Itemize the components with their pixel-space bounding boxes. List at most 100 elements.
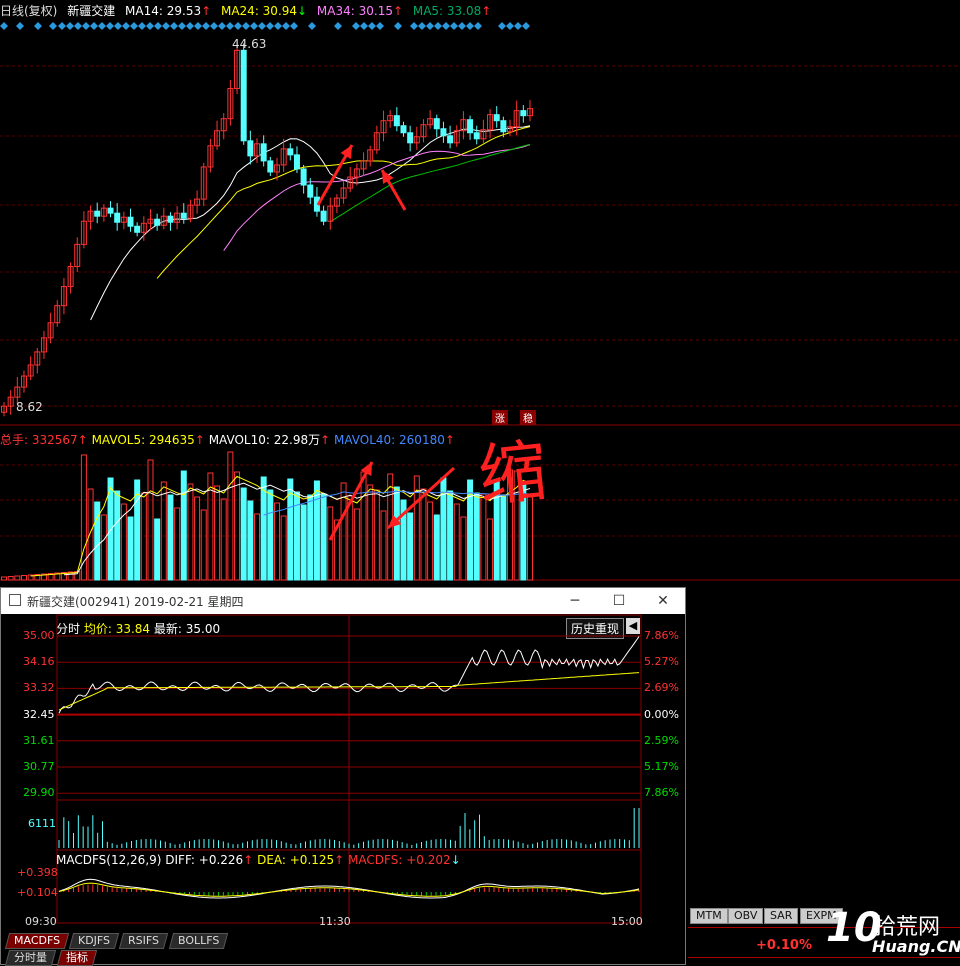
signal-diamond: [16, 22, 24, 30]
signal-diamond: [250, 22, 258, 30]
signal-diamond: [122, 22, 130, 30]
signal-diamond: [360, 22, 368, 30]
volume-bar: [273, 502, 280, 581]
volume-bar: [127, 516, 134, 581]
signal-diamond: [426, 22, 434, 30]
watermark-url: Huang.CN: [872, 937, 960, 956]
volume-bar: [174, 507, 181, 581]
mavol10-label: MAVOL10: 22.98万: [208, 433, 321, 447]
right-pct-label: 2.69%: [644, 681, 679, 695]
volume-bar: [367, 484, 374, 581]
signal-diamond: [210, 22, 218, 30]
signal-diamond: [418, 22, 426, 30]
candle-body: [407, 132, 414, 144]
right-pct-label: 5.17%: [644, 760, 679, 773]
volume-bar: [267, 489, 274, 581]
right-pct-label: 0.00%: [644, 707, 679, 721]
signal-diamond: [74, 22, 82, 30]
signal-diamond: [514, 22, 522, 30]
signal-diamond: [290, 22, 298, 30]
volume-bar: [320, 493, 327, 581]
right-change-value: +0.10%: [756, 938, 812, 953]
volume-bar: [447, 490, 454, 581]
signal-diamond: [186, 22, 194, 30]
volume-bar: [380, 510, 387, 581]
volume-bar: [114, 490, 121, 581]
candle-body: [94, 210, 101, 217]
candle-body: [127, 216, 134, 227]
volume-bar: [300, 504, 307, 581]
candle-body: [267, 160, 274, 173]
signal-diamond: [202, 22, 210, 30]
candle-body: [393, 115, 400, 127]
volume-bar: [353, 508, 360, 581]
candle-body: [520, 110, 527, 117]
signal-diamond: [308, 22, 316, 30]
signal-diamond: [522, 22, 530, 30]
signal-diamond: [114, 22, 122, 30]
signal-diamond: [106, 22, 114, 30]
candle-body: [247, 140, 254, 157]
tab-macdfs[interactable]: MACDFS: [4, 933, 70, 949]
left-price-label: 30.77: [23, 760, 55, 773]
signal-diamond: [178, 22, 186, 30]
signal-diamond: [170, 22, 178, 30]
left-price-label: 35.00: [23, 629, 55, 642]
candle-body: [467, 119, 474, 134]
volume-bar: [147, 459, 154, 581]
right-pct-label: 7.86%: [644, 786, 679, 800]
candle-body: [447, 135, 454, 144]
signal-diamond: [282, 22, 290, 30]
signal-diamond: [49, 22, 57, 30]
signal-diamond: [146, 22, 154, 30]
tab-fenshi-volume[interactable]: 分时量: [4, 950, 57, 966]
signal-diamond: [138, 22, 146, 30]
volume-bar: [327, 506, 334, 581]
candlesticks: [1, 43, 533, 417]
signal-diamond: [58, 22, 66, 30]
signal-diamond: [466, 22, 474, 30]
tab-indicator[interactable]: 指标: [56, 950, 98, 966]
signal-diamond: [258, 22, 266, 30]
total-volume: 总手: 332567: [0, 433, 78, 447]
signal-diamond: [90, 22, 98, 30]
signal-diamond: [450, 22, 458, 30]
signal-diamond: [0, 22, 8, 30]
tab-mtm[interactable]: MTM: [690, 908, 728, 924]
right-pct-label: 5.27%: [644, 655, 679, 669]
volume-bar: [160, 481, 167, 581]
signal-diamond: [130, 22, 138, 30]
tab-rsifs[interactable]: RSIFS: [118, 933, 169, 949]
tab-sar[interactable]: SAR: [764, 908, 799, 924]
volume-bar: [187, 483, 194, 581]
tab-kdjfs[interactable]: KDJFS: [68, 933, 120, 949]
annotation-arrows: [316, 144, 456, 541]
candle-body: [180, 212, 187, 219]
volume-bar: [194, 496, 201, 581]
candle-body: [167, 215, 174, 223]
intraday-window[interactable]: 新疆交建(002941) 2019-02-21 星期四 ─ ☐ ✕ 分时 均价:…: [0, 587, 687, 966]
signal-diamonds: [0, 22, 530, 30]
volume-bar: [473, 492, 480, 581]
candle-body: [500, 120, 507, 133]
candle-body: [154, 218, 161, 226]
kline-chart[interactable]: [0, 0, 960, 587]
signal-diamond: [410, 22, 418, 30]
volume-bar: [407, 512, 414, 581]
volume-bar: [220, 498, 227, 581]
volume-bar: [360, 471, 367, 581]
volume-bar: [240, 487, 247, 581]
tab-bollfs[interactable]: BOLLFS: [168, 933, 229, 949]
mavol40-label: MAVOL40: 260180: [333, 433, 445, 447]
volume-bar: [307, 494, 314, 581]
volume-bar: [200, 509, 207, 581]
macd-header: MACDFS(12,26,9) DIFF: +0.226↑ DEA: +0.12…: [56, 853, 461, 867]
right-pct-label: 7.86%: [644, 629, 679, 642]
signal-diamond: [442, 22, 450, 30]
intraday-chart[interactable]: [1, 588, 687, 966]
volume-bar: [20, 575, 27, 581]
volume-bar: [227, 451, 234, 581]
right-pct-label: 2.59%: [644, 733, 679, 747]
time-mid: 11:30: [319, 915, 351, 928]
tab-obv[interactable]: OBV: [728, 908, 764, 924]
